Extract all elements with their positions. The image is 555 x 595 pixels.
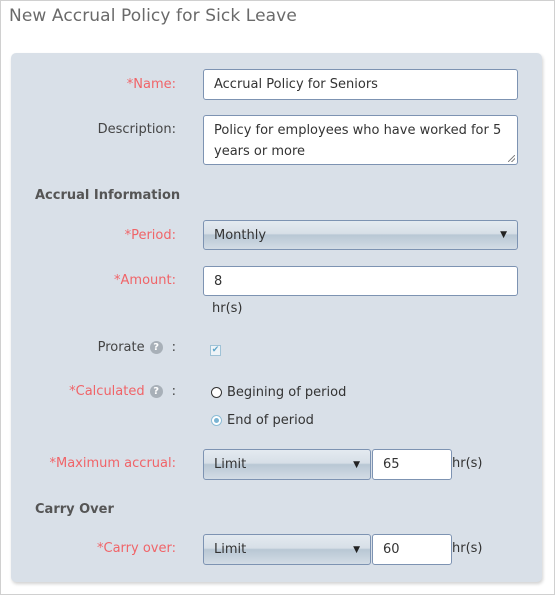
name-input[interactable]: Accrual Policy for Seniors (203, 69, 518, 100)
carry-over-unit: hr(s) (452, 541, 483, 556)
radio-label: Begining of period (227, 385, 347, 400)
maximum-accrual-select[interactable]: Limit ▼ (203, 449, 371, 480)
radio-begining-of-period[interactable]: Begining of period (211, 385, 346, 400)
radio-button[interactable] (211, 387, 222, 398)
chevron-down-icon: ▼ (353, 544, 360, 555)
carry-over-select[interactable]: Limit ▼ (203, 534, 371, 565)
period-value: Monthly (214, 227, 267, 243)
prorate-label-text: Prorate (97, 340, 145, 355)
accrual-information-heading: Accrual Information (35, 188, 181, 203)
radio-label: End of period (227, 413, 314, 428)
help-icon[interactable]: ? (149, 385, 163, 398)
form-panel: *Name: Accrual Policy for Seniors Descri… (11, 53, 542, 582)
help-icon[interactable]: ? (149, 341, 163, 354)
prorate-colon: : (171, 340, 176, 355)
description-textarea[interactable]: Policy for employees who have worked for… (203, 115, 518, 165)
radio-end-of-period[interactable]: End of period (211, 413, 314, 428)
carry-over-label: *Carry over: (97, 541, 176, 556)
carry-over-value: 60 (383, 542, 400, 557)
page-title: New Accrual Policy for Sick Leave (9, 6, 297, 26)
carry-over-mode: Limit (214, 542, 247, 557)
description-value: Policy for employees who have worked for… (214, 123, 502, 159)
maximum-accrual-value: 65 (383, 457, 400, 472)
period-select[interactable]: Monthly ▼ (203, 220, 518, 250)
calculated-label-text: *Calculated (69, 384, 145, 399)
maximum-accrual-mode: Limit (214, 457, 247, 472)
name-value: Accrual Policy for Seniors (214, 77, 378, 92)
radio-button-selected[interactable] (211, 415, 222, 426)
description-label: Description: (97, 122, 176, 137)
calculated-label: *Calculated?: (69, 384, 176, 399)
calculated-colon: : (171, 384, 176, 399)
carry-over-input[interactable]: 60 (372, 534, 452, 565)
chevron-down-icon: ▼ (500, 230, 507, 240)
amount-value: 8 (214, 273, 223, 289)
chevron-down-icon: ▼ (353, 459, 360, 470)
maximum-accrual-unit: hr(s) (452, 456, 483, 471)
name-label: *Name: (126, 77, 176, 92)
amount-unit: hr(s) (212, 301, 243, 316)
maximum-accrual-input[interactable]: 65 (372, 449, 452, 480)
carry-over-heading: Carry Over (35, 502, 114, 517)
amount-label: *Amount: (114, 273, 176, 288)
amount-input[interactable]: 8 (203, 266, 518, 296)
prorate-label: Prorate?: (98, 340, 176, 355)
prorate-checkbox[interactable]: ✔ (210, 345, 221, 356)
resize-grip-icon[interactable] (508, 155, 515, 162)
period-label: *Period: (124, 228, 176, 243)
maximum-accrual-label: *Maximum accrual: (49, 456, 177, 471)
